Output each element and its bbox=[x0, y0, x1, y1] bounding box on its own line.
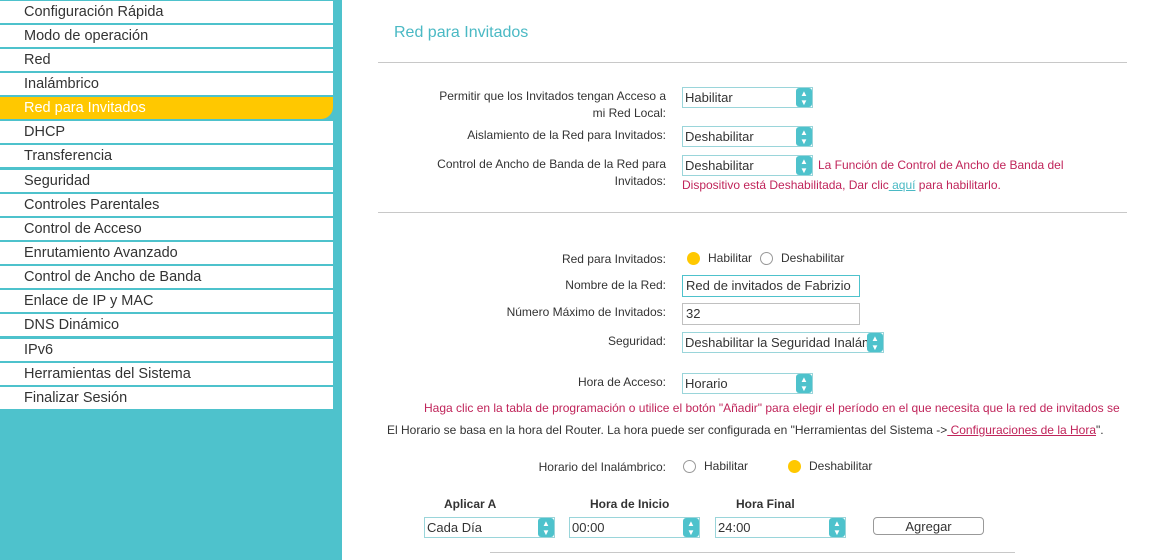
local-access-label-line2: mi Red Local: bbox=[592, 106, 666, 120]
apply-column-header: Aplicar A bbox=[444, 497, 497, 511]
bandwidth-label-line2: Invitados: bbox=[614, 174, 666, 188]
wireless-schedule-enable-radio[interactable] bbox=[683, 459, 696, 473]
page-title: Red para Invitados bbox=[394, 24, 529, 41]
isolation-value: Deshabilitar bbox=[685, 129, 754, 144]
sidebar-item-modo-operacion[interactable]: Modo de operación bbox=[0, 25, 333, 47]
chevron-up-down-icon: ▲ ▼ bbox=[796, 156, 812, 175]
guest-network-enable-radio[interactable] bbox=[687, 251, 700, 265]
access-time-label: Hora de Acceso: bbox=[577, 375, 666, 389]
wireless-schedule-enable-label: Habilitar bbox=[704, 459, 749, 473]
divider bbox=[378, 62, 1127, 63]
sidebar-item-enrutamiento-avanzado[interactable]: Enrutamiento Avanzado bbox=[0, 242, 333, 264]
end-time-value: 24:00 bbox=[718, 520, 751, 535]
isolation-select[interactable]: Deshabilitar ▲ ▼ bbox=[682, 126, 813, 147]
network-name-label: Nombre de la Red: bbox=[565, 278, 666, 292]
guest-network-radio-group: Habilitar Deshabilitar bbox=[687, 251, 844, 265]
sidebar-item-enlace-ip-mac[interactable]: Enlace de IP y MAC bbox=[0, 290, 333, 312]
end-time-select[interactable]: 24:00 ▲ ▼ bbox=[715, 517, 846, 538]
network-name-input[interactable]: Red de invitados de Fabrizio bbox=[682, 275, 860, 297]
chevron-up-down-icon: ▲ ▼ bbox=[829, 518, 845, 537]
local-access-label-line1: Permitir que los Invitados tengan Acceso… bbox=[439, 89, 666, 103]
sidebar-item-red-invitados[interactable]: Red para Invitados bbox=[0, 97, 333, 119]
access-time-select[interactable]: Horario ▲ ▼ bbox=[682, 373, 813, 394]
guest-network-disable-radio[interactable] bbox=[760, 251, 774, 265]
chevron-up-down-icon: ▲ ▼ bbox=[796, 374, 812, 393]
access-time-value: Horario bbox=[685, 376, 728, 391]
bandwidth-notice-line1: La Función de Control de Ancho de Banda … bbox=[818, 158, 1064, 172]
bandwidth-select[interactable]: Deshabilitar ▲ ▼ bbox=[682, 155, 813, 176]
bandwidth-value: Deshabilitar bbox=[685, 158, 754, 173]
table-divider bbox=[490, 552, 1015, 553]
local-access-select[interactable]: Habilitar ▲ ▼ bbox=[682, 87, 813, 108]
guest-network-disable-label: Deshabilitar bbox=[781, 251, 845, 265]
apply-value: Cada Día bbox=[427, 520, 482, 535]
sidebar-item-finalizar-sesion[interactable]: Finalizar Sesión bbox=[0, 387, 333, 409]
sidebar-item-herramientas-sistema[interactable]: Herramientas del Sistema bbox=[0, 363, 333, 385]
guest-network-label: Red para Invitados: bbox=[561, 252, 666, 266]
local-access-value: Habilitar bbox=[685, 90, 733, 105]
schedule-info: El Horario se basa en la hora del Router… bbox=[387, 423, 1104, 437]
max-guests-input[interactable]: 32 bbox=[682, 303, 860, 325]
bandwidth-notice: La Función de Control de Ancho de Banda … bbox=[818, 155, 1064, 175]
sidebar-item-red[interactable]: Red bbox=[0, 49, 333, 71]
bandwidth-label: Control de Ancho de Banda de la Red para… bbox=[437, 156, 666, 190]
sidebar-item-configuracion-rapida[interactable]: Configuración Rápida bbox=[0, 1, 333, 23]
wireless-schedule-disable-radio[interactable] bbox=[788, 459, 802, 473]
isolation-label: Aislamiento de la Red para Invitados: bbox=[467, 128, 666, 142]
end-column-header: Hora Final bbox=[736, 497, 795, 511]
start-time-select[interactable]: 00:00 ▲ ▼ bbox=[569, 517, 700, 538]
schedule-notice: Haga clic en la tabla de programación o … bbox=[424, 401, 1120, 415]
time-settings-link[interactable]: Configuraciones de la Hora bbox=[947, 423, 1096, 437]
wireless-schedule-disable-label: Deshabilitar bbox=[809, 459, 873, 473]
bandwidth-label-line1: Control de Ancho de Banda de la Red para bbox=[437, 157, 666, 171]
chevron-up-down-icon: ▲ ▼ bbox=[867, 333, 883, 352]
guest-network-enable-label: Habilitar bbox=[708, 251, 753, 265]
sidebar-item-control-acceso[interactable]: Control de Acceso bbox=[0, 218, 333, 240]
bandwidth-notice-end: para habilitarlo. bbox=[915, 178, 1001, 192]
local-access-label: Permitir que los Invitados tengan Acceso… bbox=[439, 88, 666, 122]
start-time-value: 00:00 bbox=[572, 520, 605, 535]
apply-select[interactable]: Cada Día ▲ ▼ bbox=[424, 517, 555, 538]
chevron-up-down-icon: ▲ ▼ bbox=[538, 518, 554, 537]
bandwidth-notice-text: Dispositivo está Deshabilitada, Dar clic bbox=[682, 178, 889, 192]
bandwidth-enable-link[interactable]: aquí bbox=[889, 178, 915, 192]
main-panel: Red para Invitados Permitir que los Invi… bbox=[342, 0, 1159, 560]
schedule-info-end: ". bbox=[1096, 423, 1104, 437]
sidebar-item-seguridad[interactable]: Seguridad bbox=[0, 170, 333, 192]
wireless-schedule-label: Horario del Inalámbrico: bbox=[538, 460, 666, 474]
sidebar-item-dhcp[interactable]: DHCP bbox=[0, 121, 333, 143]
chevron-up-down-icon: ▲ ▼ bbox=[796, 88, 812, 107]
chevron-up-down-icon: ▲ ▼ bbox=[796, 127, 812, 146]
security-value: Deshabilitar la Seguridad Inalámbrica bbox=[685, 335, 884, 350]
sidebar-item-control-ancho-banda[interactable]: Control de Ancho de Banda bbox=[0, 266, 333, 288]
schedule-info-text: El Horario se basa en la hora del Router… bbox=[387, 423, 948, 437]
divider bbox=[378, 212, 1127, 213]
security-select[interactable]: Deshabilitar la Seguridad Inalámbrica ▲ ▼ bbox=[682, 332, 884, 353]
security-label: Seguridad: bbox=[607, 334, 666, 348]
max-guests-label: Número Máximo de Invitados: bbox=[506, 305, 666, 319]
sidebar-item-dns-dinamico[interactable]: DNS Dinámico bbox=[0, 314, 333, 336]
add-button[interactable]: Agregar bbox=[873, 517, 984, 535]
bandwidth-notice-line2: Dispositivo está Deshabilitada, Dar clic… bbox=[682, 175, 1001, 195]
sidebar-item-ipv6[interactable]: IPv6 bbox=[0, 339, 333, 361]
start-column-header: Hora de Inicio bbox=[590, 497, 670, 511]
sidebar-item-transferencia[interactable]: Transferencia bbox=[0, 145, 333, 167]
sidebar: Configuración Rápida Modo de operación R… bbox=[0, 0, 342, 560]
wireless-schedule-radio-group: Habilitar Deshabilitar bbox=[683, 459, 872, 473]
sidebar-item-controles-parentales[interactable]: Controles Parentales bbox=[0, 194, 333, 216]
sidebar-item-inalambrico[interactable]: Inalámbrico bbox=[0, 73, 333, 95]
chevron-up-down-icon: ▲ ▼ bbox=[683, 518, 699, 537]
